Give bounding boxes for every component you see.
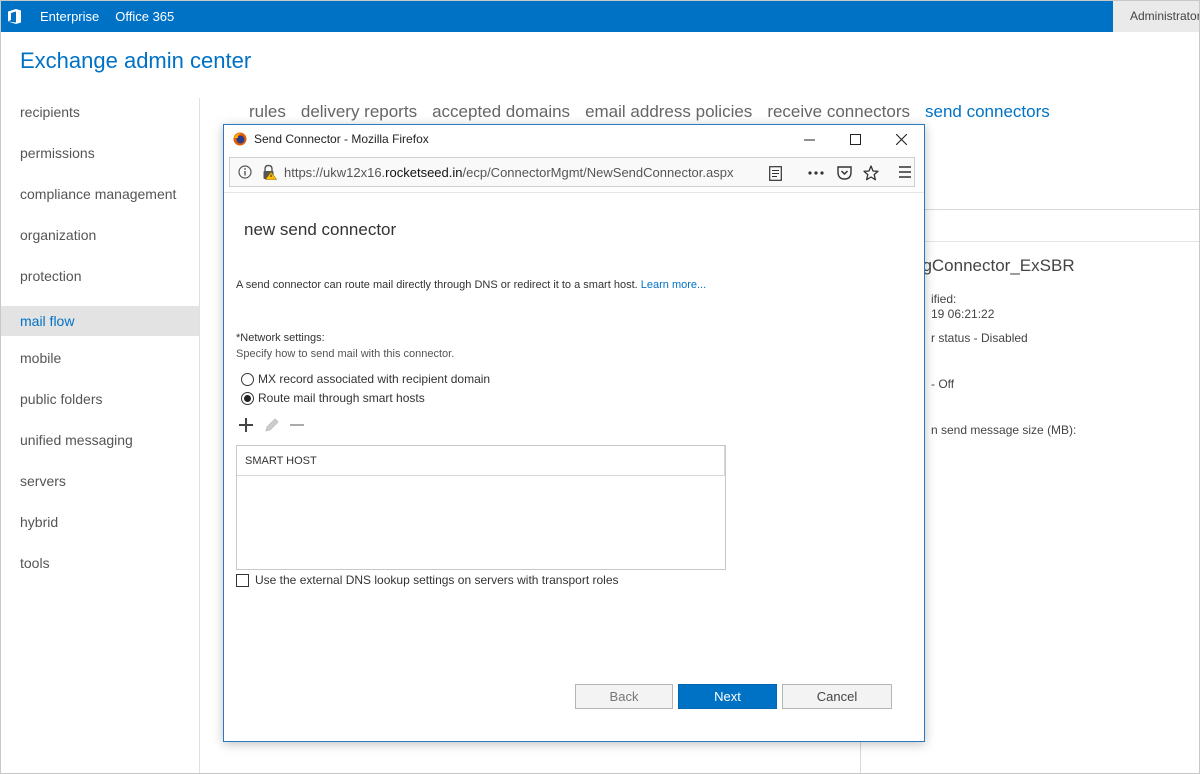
sidebar-item-unified-messaging[interactable]: unified messaging [1, 424, 199, 465]
sidebar-item-recipients[interactable]: recipients [1, 96, 199, 137]
network-settings-hint: Specify how to send mail with this conne… [236, 348, 455, 360]
sidebar-item-protection[interactable]: protection [1, 260, 199, 301]
sidebar: recipients permissions compliance manage… [1, 96, 199, 588]
lock-warning-icon[interactable] [261, 164, 277, 180]
minus-icon [290, 424, 304, 426]
sidebar-item-mail-flow[interactable]: mail flow [1, 306, 199, 336]
o365-top-bar: Enterprise Office 365 Administrator [1, 1, 1199, 32]
tab-receive-connectors[interactable]: receive connectors [767, 102, 910, 122]
detail-modified-label: ified: [931, 292, 957, 306]
page-actions-button[interactable] [808, 165, 824, 181]
learn-more-link[interactable]: Learn more... [641, 279, 706, 291]
detail-max-message-size: n send message size (MB): [931, 423, 1077, 437]
sidebar-item-hybrid[interactable]: hybrid [1, 506, 199, 547]
tab-delivery-reports[interactable]: delivery reports [301, 102, 417, 122]
dialog-description: A send connector can route mail directly… [236, 278, 716, 293]
dns-lookup-checkbox[interactable] [236, 573, 249, 587]
maximize-icon [849, 133, 861, 145]
divider [921, 209, 1199, 210]
divider [224, 192, 924, 193]
exchange-admin-center-screen: Enterprise Office 365 Administrator Exch… [0, 0, 1200, 774]
window-titlebar[interactable]: Send Connector - Mozilla Firefox [224, 125, 924, 153]
office-logo-icon[interactable] [8, 9, 21, 24]
bookmark-button[interactable] [863, 165, 879, 181]
sidebar-item-servers[interactable]: servers [1, 465, 199, 506]
sidebar-item-tools[interactable]: tools [1, 547, 199, 588]
add-smart-host-button[interactable] [237, 416, 255, 434]
url-prefix: https://ukw12x16. [284, 165, 386, 180]
user-account-menu[interactable]: Administrator [1113, 1, 1199, 32]
smart-host-column-header[interactable]: SMART HOST [237, 446, 725, 476]
close-window-button[interactable] [878, 125, 924, 153]
dialog-title: new send connector [244, 220, 397, 239]
send-connector-window: Send Connector - Mozilla Firefox https:/… [223, 124, 925, 742]
pencil-icon [265, 418, 279, 432]
url-path: /ecp/ConnectorMgmt/NewSendConnector.aspx [462, 165, 734, 180]
more-icon [808, 171, 824, 175]
url-domain: rocketseed.in [385, 165, 463, 180]
edit-smart-host-button[interactable] [263, 416, 281, 434]
minimize-icon [803, 139, 815, 140]
menu-icon[interactable] [897, 164, 913, 180]
detail-status: r status - Disabled [931, 331, 1028, 345]
maximize-button[interactable] [832, 125, 878, 153]
network-settings-label: *Network settings: [236, 332, 325, 344]
address-bar[interactable]: https://ukw12x16.rocketseed.in/ecp/Conne… [229, 157, 915, 187]
pocket-button[interactable] [836, 165, 852, 181]
tab-email-address-policies[interactable]: email address policies [585, 102, 752, 122]
sidebar-divider [199, 98, 200, 773]
close-icon [895, 133, 907, 145]
window-title: Send Connector - Mozilla Firefox [254, 132, 429, 146]
sidebar-item-permissions[interactable]: permissions [1, 137, 199, 178]
reader-view-button[interactable] [767, 165, 783, 181]
detail-modified-value: 19 06:21:22 [931, 307, 995, 321]
radio-button-selected[interactable] [241, 391, 254, 405]
radio-smart-hosts[interactable]: Route mail through smart hosts [241, 391, 425, 405]
dns-lookup-label: Use the external DNS lookup settings on … [255, 573, 619, 587]
page-title: Exchange admin center [20, 48, 252, 73]
radio-mx-record[interactable]: MX record associated with recipient doma… [241, 372, 490, 386]
remove-smart-host-button[interactable] [288, 416, 306, 434]
firefox-icon [233, 132, 247, 146]
star-icon [863, 165, 879, 181]
tab-accepted-domains[interactable]: accepted domains [432, 102, 570, 122]
detail-setting-off: - Off [931, 377, 955, 391]
sidebar-item-public-folders[interactable]: public folders [1, 383, 199, 424]
nav-enterprise[interactable]: Enterprise [40, 9, 99, 24]
next-button[interactable]: Next [678, 684, 777, 709]
radio-smart-label: Route mail through smart hosts [258, 391, 425, 405]
divider [860, 741, 861, 773]
sidebar-item-mobile[interactable]: mobile [1, 342, 199, 383]
info-icon[interactable] [238, 165, 252, 179]
dns-lookup-option[interactable]: Use the external DNS lookup settings on … [236, 573, 619, 587]
description-text: A send connector can route mail directly… [236, 279, 638, 291]
cancel-button[interactable]: Cancel [782, 684, 892, 709]
reader-view-icon [768, 165, 782, 181]
nav-office-365[interactable]: Office 365 [115, 9, 174, 24]
tab-send-connectors[interactable]: send connectors [925, 102, 1050, 122]
pocket-icon [836, 166, 852, 180]
plus-icon [239, 418, 253, 432]
smart-host-list[interactable]: SMART HOST [236, 445, 726, 570]
radio-button[interactable] [241, 372, 254, 386]
connector-detail-title: ngConnector_ExSBR [913, 256, 1075, 275]
mail-flow-tabs: rules delivery reports accepted domains … [249, 102, 1050, 122]
tab-rules[interactable]: rules [249, 102, 286, 122]
sidebar-item-compliance-management[interactable]: compliance management [1, 178, 199, 219]
radio-mx-label: MX record associated with recipient doma… [258, 372, 491, 386]
back-button[interactable]: Back [575, 684, 673, 709]
url-text[interactable]: https://ukw12x16.rocketseed.in/ecp/Conne… [284, 165, 764, 180]
sidebar-item-organization[interactable]: organization [1, 219, 199, 260]
divider [921, 241, 1199, 242]
minimize-button[interactable] [786, 125, 832, 153]
